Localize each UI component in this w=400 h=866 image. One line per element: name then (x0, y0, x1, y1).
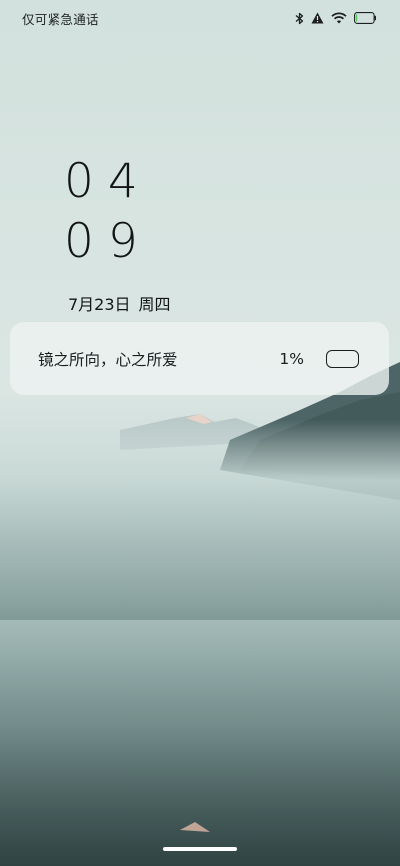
clock-minutes: 09 (64, 214, 152, 269)
date-day: 7月23日 (68, 295, 131, 314)
lockscreen-wallpaper (0, 0, 400, 866)
clock-hours: 04 (64, 154, 152, 209)
status-icons (295, 12, 376, 25)
card-message: 镜之所向，心之所爱 (38, 350, 178, 369)
lockscreen-date: 7月23日 周四 (68, 291, 171, 315)
battery-outline-icon (326, 349, 359, 368)
wifi-icon (331, 12, 347, 24)
status-bar: 仅可紧急通话 (0, 0, 400, 36)
home-indicator[interactable] (163, 847, 237, 851)
bluetooth-icon (295, 12, 304, 25)
warning-icon (311, 12, 324, 24)
battery-icon (354, 12, 376, 24)
battery-percent: 1% (279, 349, 304, 368)
battery-status-card[interactable]: 镜之所向，心之所爱 1% (10, 322, 389, 395)
lockscreen-clock: 04 09 (64, 158, 152, 276)
carrier-status: 仅可紧急通话 (22, 11, 99, 27)
date-weekday: 周四 (138, 295, 171, 314)
